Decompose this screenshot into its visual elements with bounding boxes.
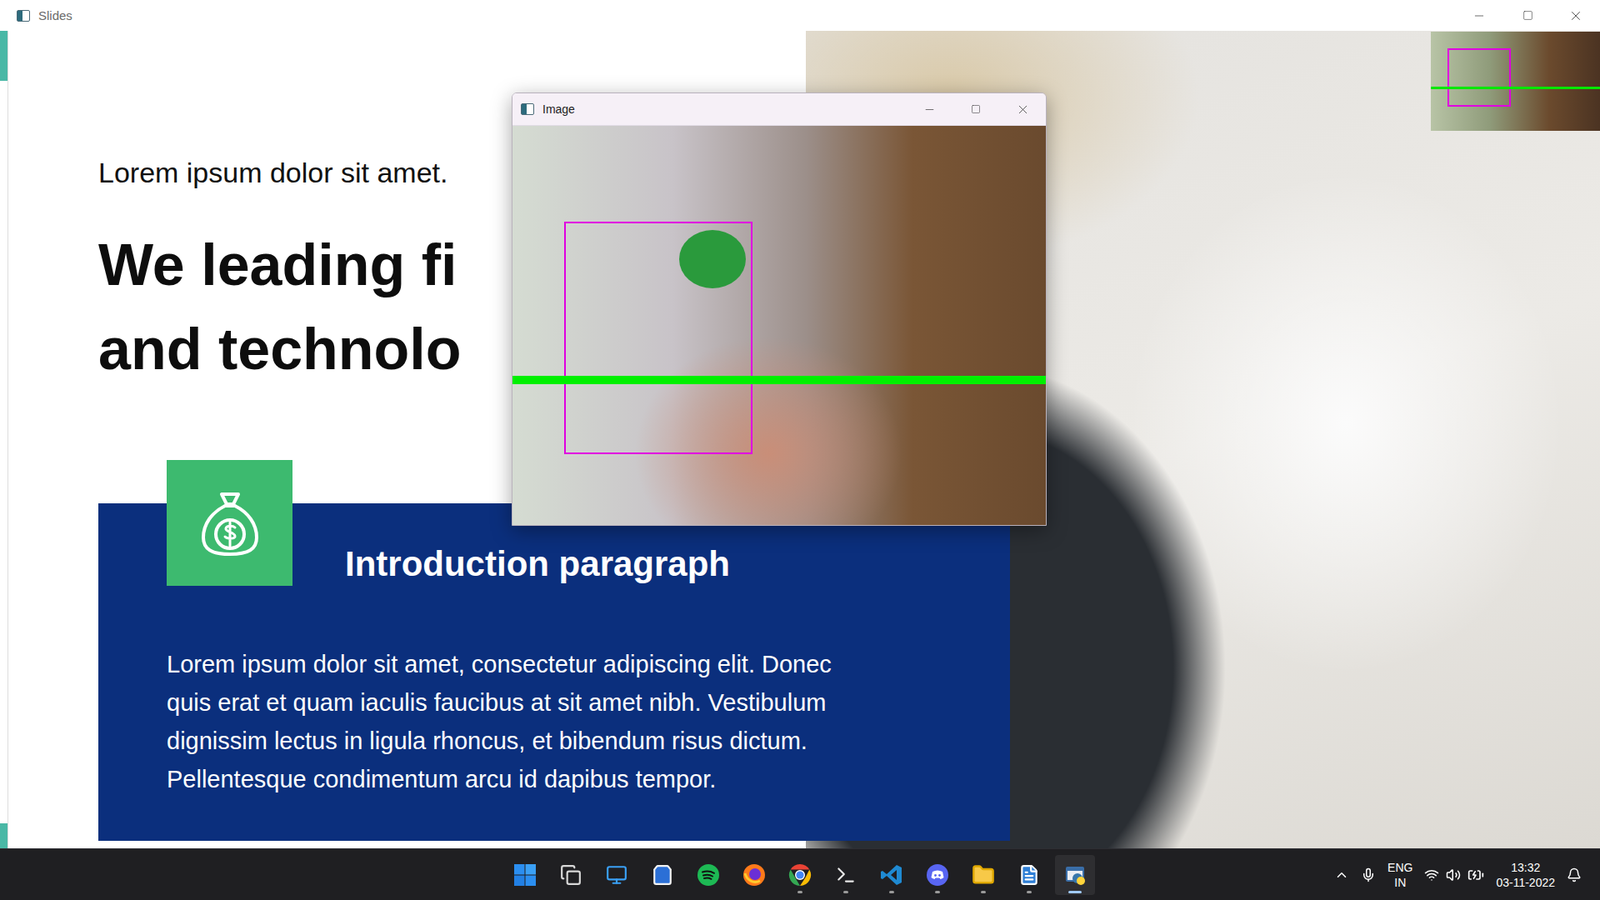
title-bar: Image	[512, 93, 1046, 126]
status-icons[interactable]	[1424, 866, 1485, 884]
hand-box	[564, 221, 753, 455]
window-controls	[1455, 0, 1600, 31]
money-bag-icon	[201, 489, 259, 558]
taskbar-apps	[505, 855, 1095, 895]
discord-icon	[925, 863, 950, 887]
edge-strip	[0, 30, 9, 849]
close-icon	[1015, 102, 1030, 117]
running-indicator	[1068, 890, 1082, 894]
running-indicator	[889, 890, 895, 894]
taskbar-app[interactable]	[780, 855, 820, 895]
hand-box	[1447, 48, 1511, 107]
microphone-icon	[1360, 867, 1376, 883]
window-title: Slides	[38, 8, 1455, 23]
desktop: SlidesLorem ipsum dolor sit amet.We lead…	[0, 0, 1600, 900]
windows-logo-icon	[513, 863, 537, 887]
python-icon	[1063, 863, 1087, 887]
terminal-icon	[835, 864, 857, 886]
maximize-icon	[970, 104, 981, 115]
app-icon	[520, 103, 535, 115]
close-button[interactable]	[999, 93, 1046, 125]
taskbar-app[interactable]	[550, 855, 591, 895]
desktop-icon	[605, 864, 628, 886]
camera-frame	[512, 125, 1046, 525]
wifi-icon	[1424, 867, 1440, 883]
firefox-icon	[742, 863, 766, 887]
window-title: Image	[542, 102, 906, 116]
language-indicator[interactable]: ENGIN	[1387, 860, 1413, 890]
running-indicator	[797, 890, 803, 894]
taskbar-app[interactable]	[596, 855, 637, 895]
taskbar-app[interactable]	[505, 855, 545, 895]
system-tray: ENGIN 13:3203-11-2022	[1334, 860, 1600, 890]
battery-icon	[1467, 866, 1485, 884]
minimize-icon	[1472, 9, 1486, 23]
store-icon	[651, 864, 674, 886]
card-paragraph: Lorem ipsum dolor sit amet, consectetur …	[166, 645, 1010, 799]
chrome-icon	[788, 863, 812, 887]
close-button[interactable]	[1551, 0, 1600, 31]
image-window[interactable]: Image	[511, 92, 1047, 526]
taskbar-app[interactable]	[1055, 855, 1095, 895]
maximize-button[interactable]	[1503, 0, 1552, 31]
clock[interactable]: 13:3203-11-2022	[1495, 860, 1555, 890]
app-icon	[16, 10, 30, 22]
file-explorer-icon	[971, 863, 995, 887]
minimize-button[interactable]	[905, 93, 953, 125]
taskbar-app[interactable]	[917, 855, 958, 895]
running-indicator	[935, 890, 940, 894]
maximize-icon	[1522, 10, 1534, 21]
chevron-up-icon	[1334, 867, 1350, 883]
paragraph-line: Lorem ipsum dolor sit amet, consectetur …	[166, 645, 1010, 684]
guide-line	[512, 375, 1046, 385]
taskbar-app[interactable]	[825, 855, 866, 895]
taskbar: ENGIN 13:3203-11-2022	[0, 848, 1600, 900]
taskbar-app[interactable]	[963, 855, 1004, 895]
bottle-cap	[679, 230, 746, 289]
running-indicator	[1026, 890, 1032, 894]
card-title: Introduction paragraph	[345, 542, 1010, 586]
title-bar: Slides	[0, 0, 1600, 31]
guide-line	[1430, 86, 1600, 90]
spotify-icon	[696, 863, 720, 887]
taskbar-app[interactable]	[734, 855, 775, 895]
paragraph-line: quis erat et quam iaculis faucibus at si…	[166, 683, 1010, 722]
minimize-icon	[923, 103, 936, 116]
taskbar-app[interactable]	[1009, 855, 1050, 895]
taskbar-app[interactable]	[642, 855, 683, 895]
notification-icon	[1566, 867, 1582, 883]
intro-card: Introduction paragraph Lorem ipsum dolor …	[98, 503, 1010, 841]
taskbar-app[interactable]	[688, 855, 729, 895]
taskbar-app[interactable]	[871, 855, 912, 895]
paragraph-line: dignissim lectus in ligula rhoncus, et b…	[166, 721, 1010, 760]
close-icon	[1568, 8, 1584, 24]
notepad-icon	[1018, 864, 1040, 886]
camera-thumbnail	[1430, 31, 1600, 131]
minimize-button[interactable]	[1455, 0, 1504, 31]
maximize-button[interactable]	[952, 93, 1000, 125]
task-view-icon	[560, 864, 582, 886]
paragraph-line: Pellentesque condimentum arcu id dapibus…	[166, 760, 1010, 799]
running-indicator	[843, 890, 849, 894]
vscode-icon	[880, 863, 904, 887]
icon-tile	[166, 460, 293, 586]
window-controls	[905, 93, 1046, 125]
volume-icon	[1445, 867, 1461, 883]
running-indicator	[980, 890, 986, 894]
